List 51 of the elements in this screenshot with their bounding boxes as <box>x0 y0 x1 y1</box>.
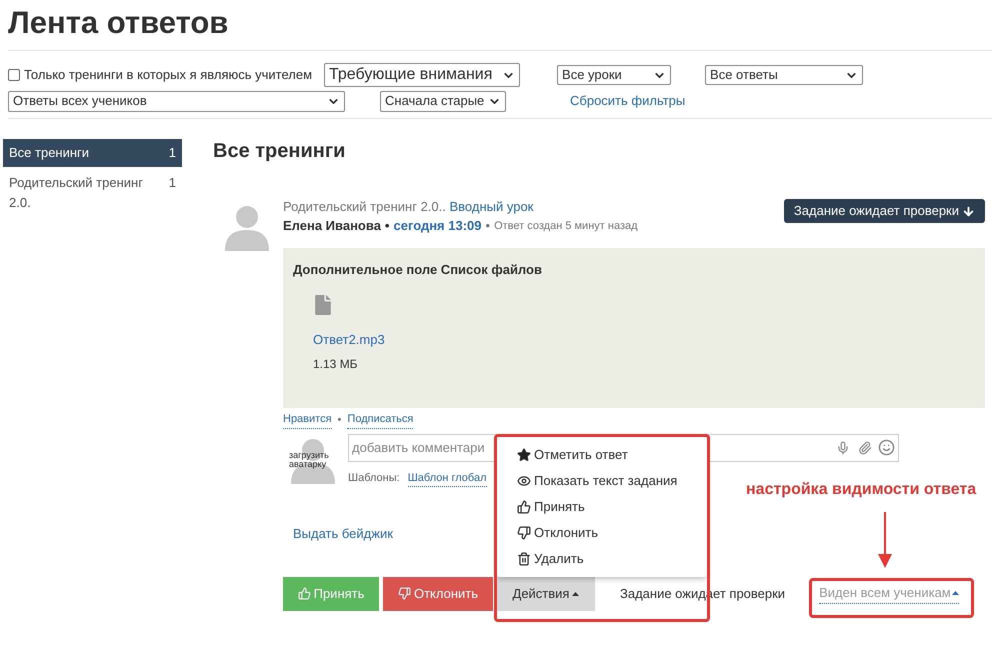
star-icon <box>517 448 531 462</box>
author-name: Елена Иванова <box>283 217 381 235</box>
filter-select[interactable]: Все ответы <box>705 65 864 85</box>
separator-dot: • <box>486 217 490 235</box>
menu-item[interactable]: Удалить <box>497 546 707 572</box>
sidebar-item[interactable]: Родительский тренинг 2.0. 1 <box>3 169 182 217</box>
separator-dot: • <box>338 412 342 428</box>
smiley-icon[interactable] <box>878 439 895 456</box>
caret-icon <box>952 591 959 595</box>
like-link[interactable]: Нравится <box>283 411 332 428</box>
file-link[interactable]: Ответ2.mp3 <box>313 330 975 349</box>
menu-item[interactable]: Отметить ответ <box>497 442 707 468</box>
annotation-arrow <box>878 512 892 568</box>
reset-filters-link[interactable]: Сбросить фильтры <box>570 91 686 111</box>
filter-select[interactable]: Сначала старые <box>380 90 506 112</box>
filter-select[interactable]: Ответы всех учеников <box>8 90 345 112</box>
give-badge-link[interactable]: Выдать бейджик <box>293 524 393 544</box>
thumbs-up-icon <box>517 500 531 514</box>
eye-icon <box>517 474 531 488</box>
subscribe-link[interactable]: Подписаться <box>347 411 414 428</box>
menu-item[interactable]: Принять <box>497 494 707 520</box>
teacher-only-checkbox[interactable]: Только тренинги в которых я являюсь учителем <box>8 65 312 85</box>
templates-label: Шаблоны: <box>348 471 400 486</box>
file-size: 1.13 МБ <box>313 356 359 373</box>
filter-select[interactable]: Все уроки <box>557 65 672 85</box>
paperclip-icon[interactable] <box>858 440 872 454</box>
menu-item[interactable]: Отклонить <box>497 520 707 546</box>
microphone-icon[interactable] <box>836 440 850 454</box>
annotation-text: настройка видимости ответа <box>746 480 976 500</box>
attachment-title: Дополнительное поле Список файлов <box>293 261 543 279</box>
sidebar-item[interactable]: Все тренинги 1 <box>3 139 182 167</box>
caret-icon <box>572 592 580 596</box>
trash-icon <box>517 552 531 566</box>
separator-dot: • <box>384 217 390 235</box>
answer-meta: Ответ создан 5 минут назад <box>494 219 638 234</box>
thumbs-down-icon <box>398 587 411 600</box>
filter-select[interactable]: Требующие внимания <box>324 63 520 87</box>
course-name: Родительский тренинг 2.0.. <box>283 199 446 214</box>
template-link[interactable]: Шаблон глобал <box>408 470 487 487</box>
reject-button[interactable]: Отклонить <box>383 576 493 610</box>
upload-avatar-label[interactable]: загрузить аватарку <box>289 450 337 468</box>
answer-time-link[interactable]: сегодня 13:09 <box>393 216 482 236</box>
status-button[interactable]: Задание ожидает проверки <box>784 199 985 223</box>
actions-button[interactable]: Действия <box>497 576 595 610</box>
page-title: Лента ответов <box>8 4 230 42</box>
thumbs-up-icon <box>298 587 311 600</box>
thumbs-down-icon <box>517 526 531 540</box>
arrow-down-icon <box>962 204 975 218</box>
section-title: Все тренинги <box>213 139 346 163</box>
lesson-link[interactable]: Вводный урок <box>450 199 534 214</box>
menu-item[interactable]: Показать текст задания <box>497 468 707 494</box>
